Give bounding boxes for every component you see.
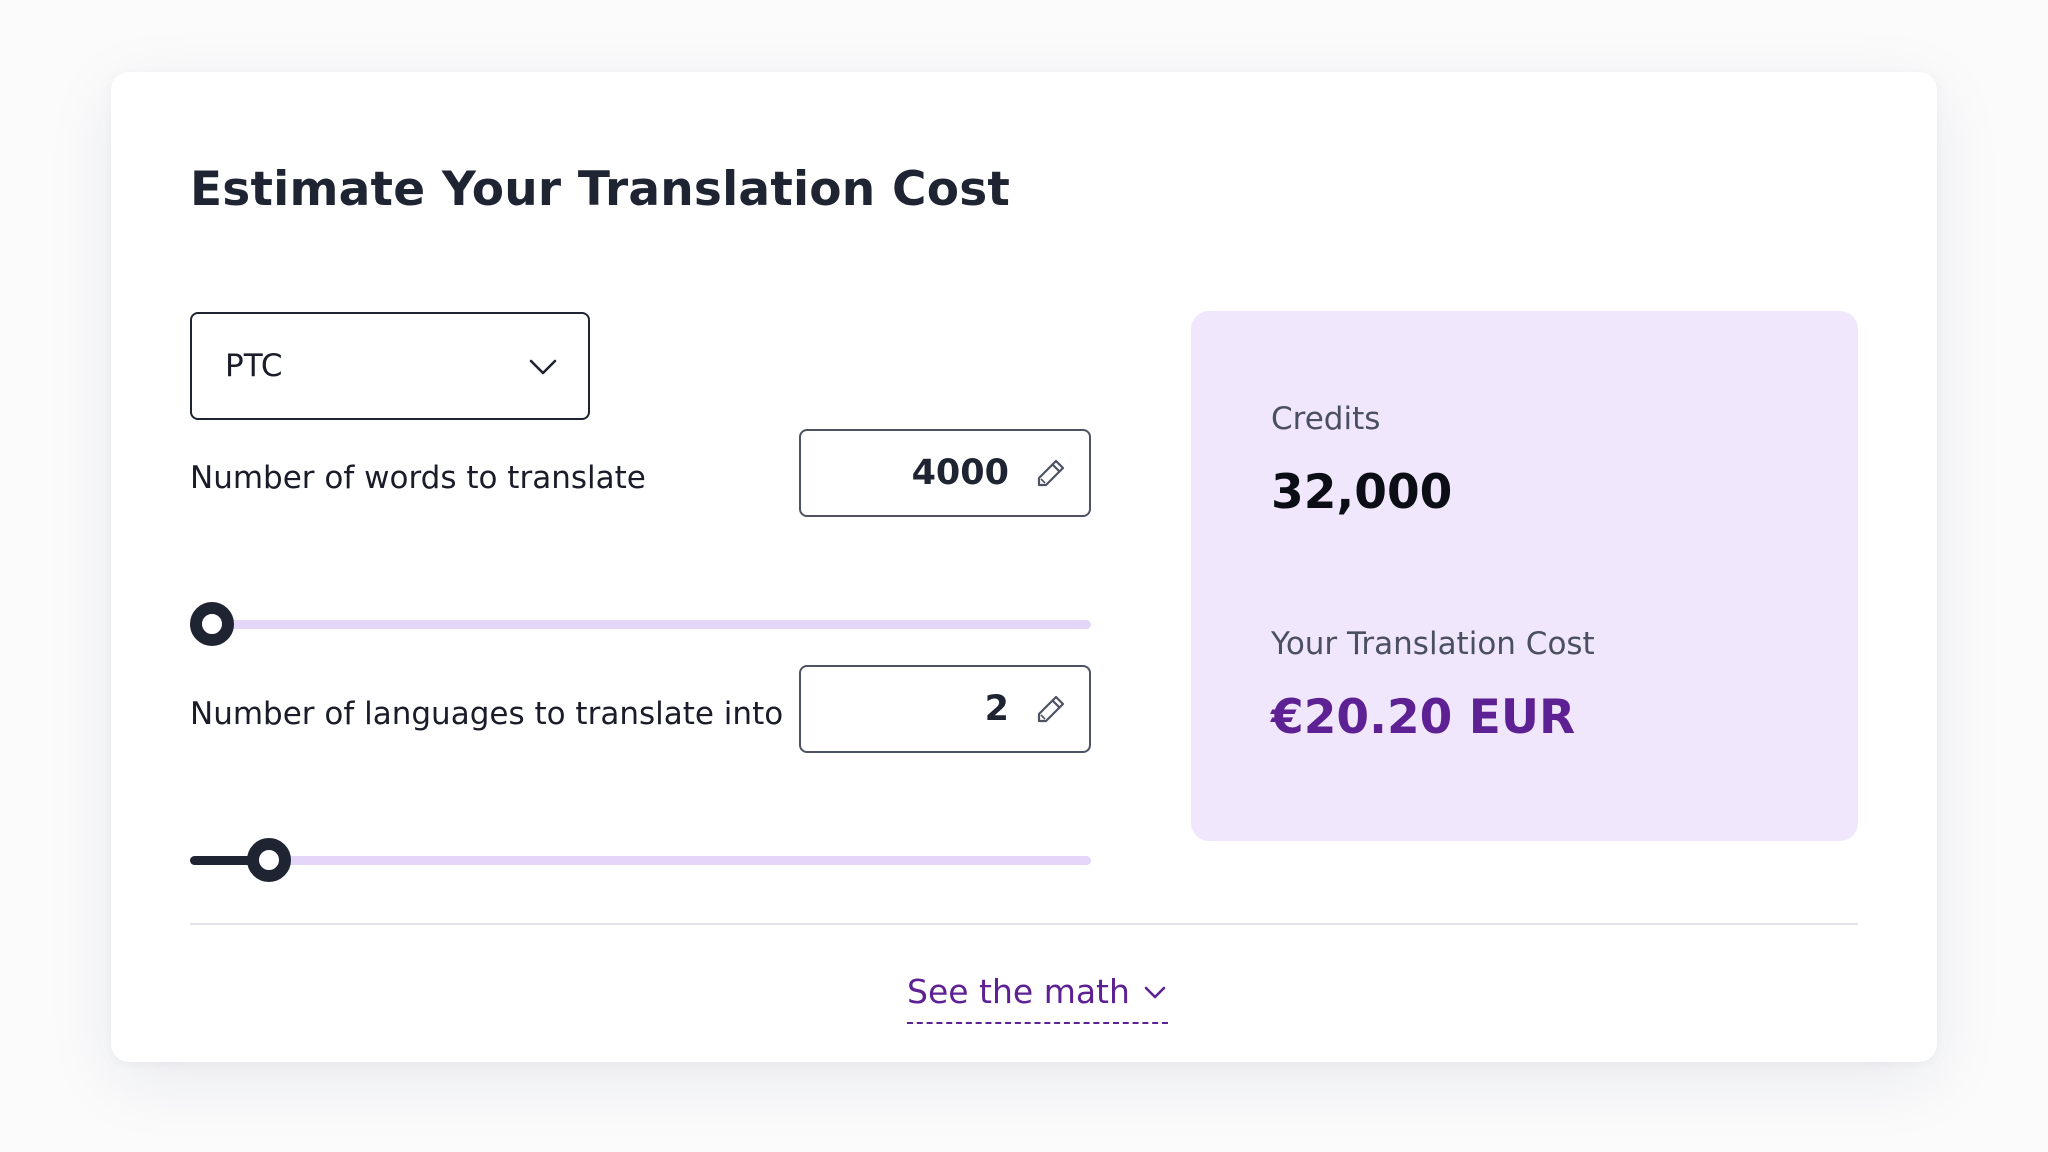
result-panel: Credits 32,000 Your Translation Cost €20… — [1191, 311, 1858, 841]
credits-label: Credits — [1271, 401, 1381, 437]
cost-estimator-card: Estimate Your Translation Cost PTC Numbe… — [111, 72, 1937, 1062]
page-title: Estimate Your Translation Cost — [190, 162, 1011, 217]
languages-input[interactable]: 2 — [799, 665, 1091, 753]
credits-value: 32,000 — [1271, 465, 1453, 520]
words-label: Number of words to translate — [190, 460, 646, 496]
languages-slider-track — [190, 856, 1091, 865]
words-value: 4000 — [911, 453, 1009, 493]
see-the-math-toggle[interactable]: See the math — [907, 972, 1168, 1024]
chevron-down-icon — [1144, 986, 1166, 998]
divider — [190, 923, 1858, 925]
product-select-value: PTC — [225, 348, 283, 384]
pencil-icon — [1037, 459, 1065, 487]
cost-label: Your Translation Cost — [1271, 626, 1595, 662]
product-select[interactable]: PTC — [190, 312, 590, 420]
words-slider-track — [190, 620, 1091, 629]
words-slider-thumb[interactable] — [190, 602, 234, 646]
languages-label: Number of languages to translate into — [190, 696, 784, 732]
words-input[interactable]: 4000 — [799, 429, 1091, 517]
pencil-icon — [1037, 695, 1065, 723]
see-the-math-label: See the math — [907, 972, 1130, 1011]
words-slider[interactable] — [190, 602, 1091, 646]
languages-value: 2 — [984, 689, 1009, 729]
cost-value: €20.20 EUR — [1271, 690, 1576, 745]
languages-slider-thumb[interactable] — [246, 838, 291, 882]
languages-slider[interactable] — [190, 838, 1091, 882]
chevron-down-icon — [529, 359, 557, 375]
